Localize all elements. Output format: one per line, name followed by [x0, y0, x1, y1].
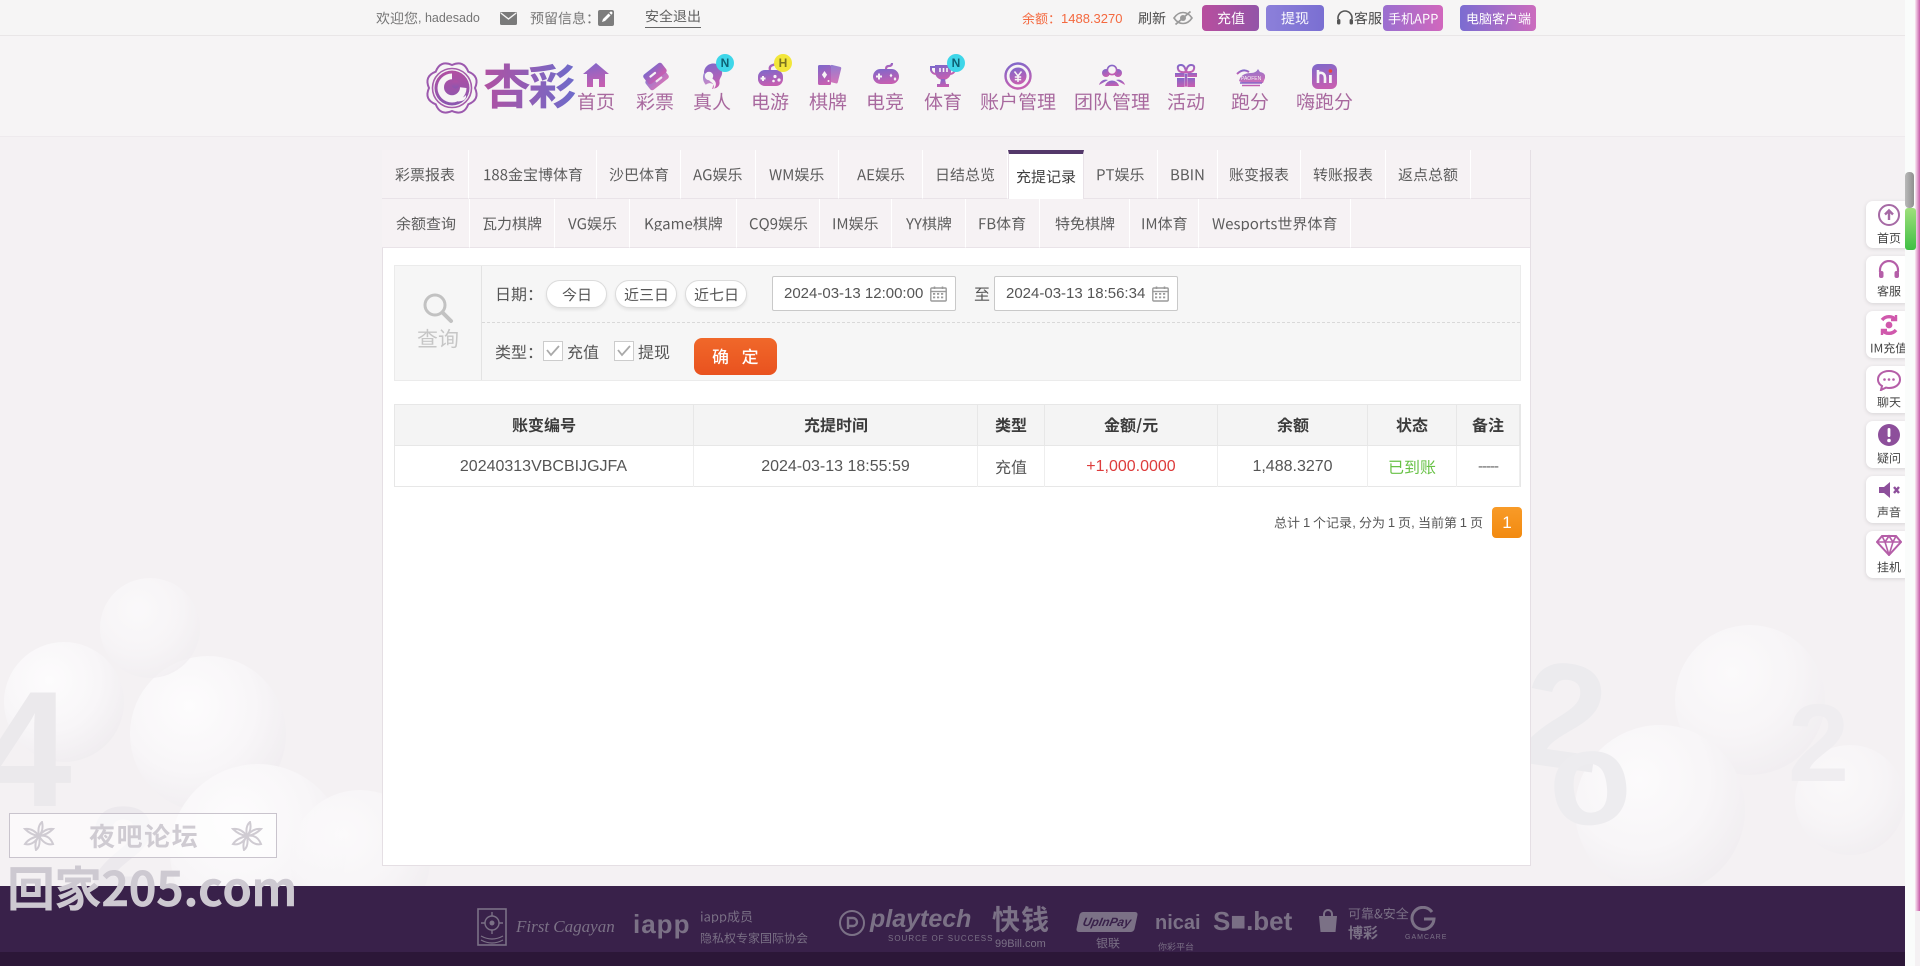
svg-text:PAOFEN: PAOFEN	[1241, 76, 1262, 82]
